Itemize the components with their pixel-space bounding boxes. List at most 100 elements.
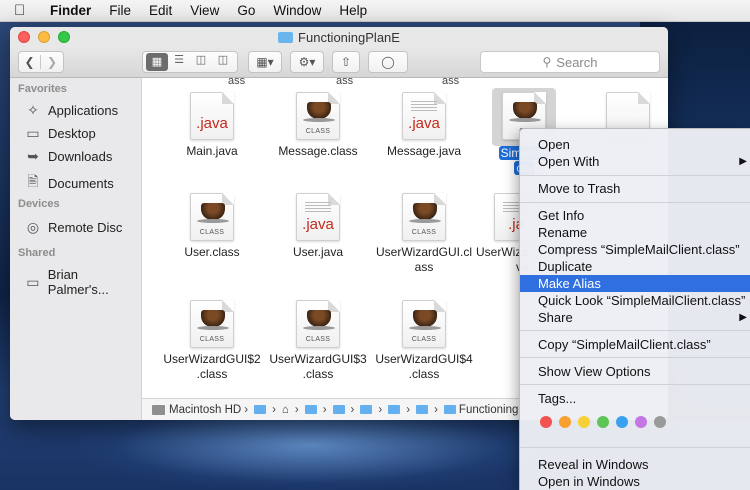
sidebar-item-shared-computer[interactable]: ▭ Brian Palmer's... [24,267,141,297]
java-file-icon: .java [296,193,340,241]
menu-item-reveal-in-windows[interactable]: Reveal in Windows [520,456,750,473]
path-separator: › [378,403,383,416]
menu-separator [520,202,750,203]
path-item-drive[interactable]: Macintosh HD [169,404,241,416]
disc-icon: ◎ [26,219,40,235]
tag-gray-dot[interactable] [654,416,666,428]
computer-icon: ▭ [26,273,40,290]
menu-item-share[interactable]: Share ▶ [520,309,750,326]
file-item-main-java[interactable]: .java Main.java [162,92,262,159]
file-item-userwizardgui-class[interactable]: CLASS UserWizardGUI.cl ass [368,193,480,275]
menu-item-open-with[interactable]: Open With ▶ [520,153,750,170]
sidebar-item-desktop[interactable]: ▭ Desktop [24,125,95,142]
file-item-message-java[interactable]: .java Message.java [374,92,474,159]
desktop-wallpaper-highlight [80,415,540,490]
cover-flow-icon[interactable]: ◫ [212,53,234,71]
folder-icon[interactable] [443,405,456,414]
tag-icon[interactable]: ◯ [368,51,408,73]
file-name: Main.java [186,144,238,158]
path-separator: › [406,403,411,416]
menu-view[interactable]: View [190,3,219,18]
folder-icon[interactable] [254,405,267,414]
folder-icon[interactable] [416,405,429,414]
tag-purple-dot[interactable] [635,416,647,428]
file-name: Message.class [278,144,358,158]
class-file-icon: CLASS [296,300,340,348]
tag-orange-dot[interactable] [559,416,571,428]
file-name: User.java [292,245,344,259]
icon-view-icon[interactable]: ▦ [146,53,168,71]
menu-item-compress[interactable]: Compress “SimpleMailClient.class” [520,241,750,258]
menu-item-get-info[interactable]: Get Info [520,207,750,224]
documents-icon: 🖹 [27,173,39,189]
sidebar-heading-devices: Devices [18,198,60,210]
file-item-message-class[interactable]: CLASS Message.class [268,92,368,159]
menu-item-tags[interactable]: Tags... [520,390,750,407]
menu-item-show-view-options[interactable]: Show View Options [520,363,750,380]
path-separator: › [294,403,299,416]
forward-icon[interactable]: ❯ [41,55,63,69]
sidebar-item-remote-disc[interactable]: ◎ Remote Disc [24,219,123,236]
apple-icon[interactable]:  [14,2,28,19]
file-item-userwizardgui2-class[interactable]: CLASS UserWizardGUI$2 .class [156,300,268,382]
share-icon[interactable]: ⇧ [332,51,360,73]
tag-color-picker [540,416,673,428]
path-separator: › [272,403,276,416]
file-name: User.class [184,245,240,259]
menu-help[interactable]: Help [339,3,367,18]
sidebar: Favorites ✧ Applications ▭ Desktop ➥ Downlo… [10,78,142,420]
menu-item-open-in-windows[interactable]: Open in Windows [520,473,750,490]
list-view-icon[interactable]: ☰ [168,53,190,71]
menu-item-copy[interactable]: Copy “SimpleMailClient.class” [520,336,750,353]
path-item-current[interactable]: Functioning [459,404,518,416]
back-icon[interactable]: ❮ [19,55,41,69]
class-file-icon: CLASS [190,300,234,348]
file-item-user-java[interactable]: .java User.java [268,193,368,260]
submenu-arrow-icon: ▶ [739,156,747,167]
menu-edit[interactable]: Edit [149,3,172,18]
folder-icon[interactable] [388,405,401,414]
menu-go[interactable]: Go [237,3,255,18]
menu-window[interactable]: Window [273,3,321,18]
path-separator: › [434,403,438,416]
cut-label: ass [442,78,460,87]
tag-yellow-dot[interactable] [578,416,590,428]
action-gear-icon[interactable]: ⚙▾ [290,51,324,73]
search-input[interactable]: ⚲ Search [480,51,660,73]
menu-finder[interactable]: Finder [50,3,91,18]
file-item-userwizardgui4-class[interactable]: CLASS UserWizardGUI$4 .class [368,300,480,382]
menu-separator [520,330,750,331]
sidebar-item-applications[interactable]: ✧ Applications [24,102,118,119]
menu-separator [520,447,750,448]
window-title: FunctioningPlanE [10,30,668,45]
tag-blue-dot[interactable] [616,416,628,428]
column-view-icon[interactable]: ◫ [190,53,212,71]
class-file-icon: CLASS [296,92,340,140]
menu-item-make-alias[interactable]: Make Alias [520,275,750,292]
folder-icon[interactable] [304,405,317,414]
cut-label: ass [336,78,354,87]
file-item-userwizardgui3-class[interactable]: CLASS UserWizardGUI$3 .class [262,300,374,382]
sidebar-item-documents[interactable]: 🖹 Documents [24,171,113,195]
arrange-icon[interactable]: ▦▾ [248,51,282,73]
menu-item-duplicate[interactable]: Duplicate [520,258,750,275]
class-file-icon: CLASS [402,193,446,241]
folder-icon[interactable] [332,405,345,414]
file-item-user-class[interactable]: CLASS User.class [162,193,262,260]
hard-drive-icon [152,404,165,415]
tag-green-dot[interactable] [597,416,609,428]
applications-icon: ✧ [27,102,39,118]
cut-label: ass [228,78,246,87]
menu-item-rename[interactable]: Rename [520,224,750,241]
menu-file[interactable]: File [109,3,131,18]
menu-item-move-to-trash[interactable]: Move to Trash [520,180,750,197]
file-name: UserWizardGUI$2 .class [163,352,261,381]
menu-item-quick-look[interactable]: Quick Look “SimpleMailClient.class” [520,292,750,309]
folder-icon[interactable] [360,405,373,414]
class-file-icon: CLASS [190,193,234,241]
menu-item-open[interactable]: Open [520,136,750,153]
home-icon[interactable]: ⌂ [282,404,289,416]
sidebar-heading-favorites: Favorites [18,83,67,95]
sidebar-item-downloads[interactable]: ➥ Downloads [24,148,112,165]
tag-red-dot[interactable] [540,416,552,428]
